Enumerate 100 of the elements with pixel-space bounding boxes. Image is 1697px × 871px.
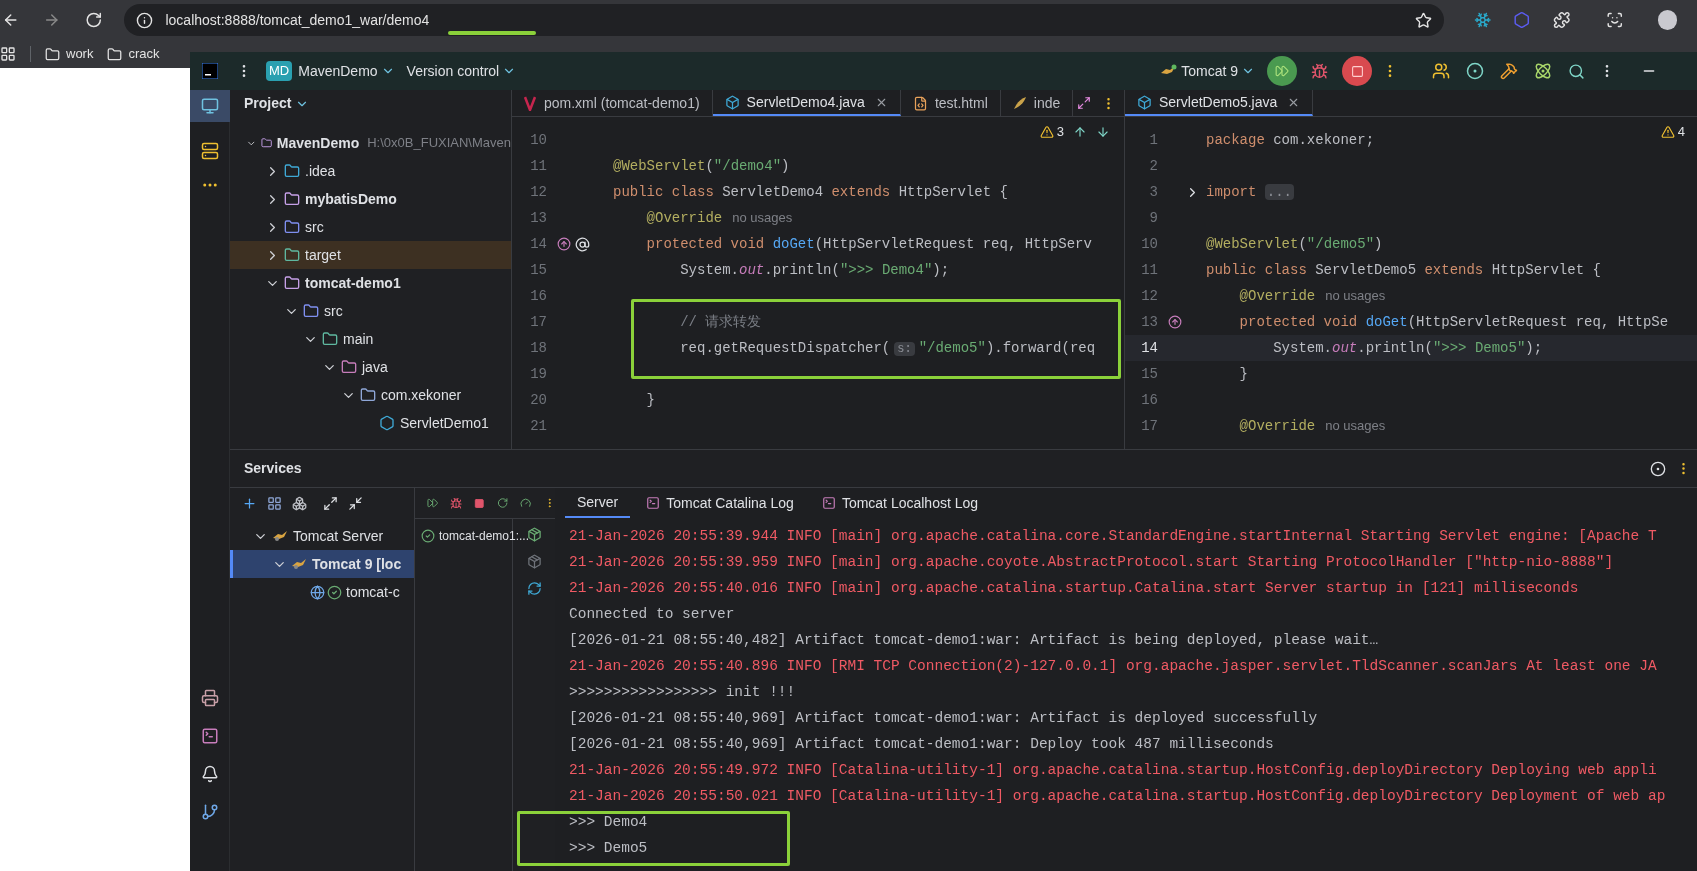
at-sign-icon[interactable] [575, 236, 590, 252]
bookmark-link[interactable]: work [45, 44, 94, 64]
line-number: 16 [1140, 390, 1158, 410]
maven-icon [524, 95, 536, 111]
folder-icon [107, 46, 123, 62]
line-number: 2 [1148, 156, 1158, 176]
editor-tab[interactable]: ServletDemo5.java [1125, 90, 1314, 116]
terminal-icon[interactable] [200, 727, 219, 745]
code-line: System.out.println(">>> Demo4"); [679, 260, 950, 280]
tree-item[interactable]: ServletDemo1 [400, 412, 489, 434]
target-icon[interactable] [1650, 460, 1666, 477]
check-icon [421, 529, 435, 543]
console-tab[interactable]: Server [565, 488, 631, 518]
info-icon[interactable] [136, 11, 154, 29]
gauge-icon[interactable] [520, 496, 532, 510]
tree-item[interactable]: com.xekoner [381, 384, 462, 406]
debug-icon[interactable] [1311, 62, 1328, 80]
restart-icon[interactable] [497, 496, 509, 510]
console-line: 21-Jan-2026 20:55:50.021 INFO [Catalina-utility-1] org.apache.catalina.startup.HostConfig.deployDirectory Deployment of web ap [569, 787, 1666, 806]
deploy-icon[interactable] [526, 527, 542, 542]
reload-icon[interactable] [84, 11, 103, 29]
globe-icon [310, 584, 325, 600]
code-line: @Override [645, 208, 723, 228]
console-line: 21-Jan-2026 20:55:40.896 INFO [RMI TCP Connection(2)-127.0.0.1] org.apache.jasper.servlet.TldScanner.scanJars At least one JA [569, 657, 1657, 676]
avatar[interactable] [1657, 10, 1678, 30]
notification-icon[interactable] [200, 765, 219, 783]
extension-icon[interactable] [1513, 11, 1531, 29]
bookmark-star-icon[interactable] [1414, 11, 1432, 29]
folder-icon [284, 219, 300, 235]
override-icon[interactable] [557, 237, 571, 251]
editor-tab[interactable]: inde [1000, 90, 1074, 116]
console-line: [2026-01-21 08:55:40,482] Artifact tomcat-demo1:war: Artifact is being deployed, please wait… [569, 631, 1379, 650]
service-tree-item[interactable]: Tomcat Server [293, 525, 384, 547]
extension-icon[interactable] [1473, 11, 1492, 29]
vcs-selector[interactable]: Version control [406, 60, 517, 82]
deployment-item[interactable]: tomcat-demo1:... [439, 527, 530, 545]
editor-tab[interactable]: test.html [900, 90, 1001, 116]
code-line: @WebServlet("/demo4") [613, 156, 790, 176]
add-icon[interactable] [242, 495, 257, 511]
tree-item[interactable]: MavenDemo [276, 132, 360, 154]
tree-item[interactable]: src [305, 216, 324, 238]
line-number: 10 [1140, 234, 1158, 254]
bookmark-link[interactable]: crack [107, 44, 160, 64]
debug-icon[interactable] [450, 495, 463, 511]
console-tab[interactable]: Tomcat Localhost Log [809, 488, 991, 518]
expand-all-icon[interactable] [323, 495, 338, 511]
panel-title[interactable]: Project [244, 93, 292, 114]
line-number: 11 [529, 156, 547, 176]
project-tool-button[interactable] [189, 90, 230, 122]
expand-icon[interactable] [1077, 96, 1091, 110]
atom-icon[interactable] [1534, 62, 1552, 80]
undeploy-icon[interactable] [526, 554, 542, 569]
warning-count[interactable]: 4 [1677, 122, 1685, 142]
folder-icon [284, 275, 300, 291]
arrow-up-icon[interactable] [1073, 124, 1087, 139]
warning-icon[interactable] [1039, 124, 1054, 139]
warning-icon[interactable] [1660, 124, 1675, 139]
editor-tab[interactable]: pom.xml (tomcat-demo1) [512, 90, 713, 116]
tree-item[interactable]: src [324, 300, 343, 322]
warning-count[interactable]: 3 [1056, 122, 1064, 142]
stop-button[interactable] [1342, 56, 1372, 86]
run-button[interactable] [1267, 56, 1297, 86]
search-icon[interactable] [1568, 62, 1585, 80]
tree-item[interactable]: main [343, 328, 374, 350]
stop-icon[interactable] [474, 496, 485, 510]
folder-icon [303, 303, 319, 319]
tools-icon[interactable] [1500, 62, 1518, 80]
console-line: >>> Demo4 [569, 813, 648, 832]
folder-icon [45, 46, 60, 62]
run-config-selector[interactable]: Tomcat 9 [1159, 60, 1255, 82]
service-tree-item[interactable]: tomcat-c [346, 581, 400, 603]
tree-item[interactable]: java [362, 356, 388, 378]
code-line: protected void doGet(HttpServletRequest req, HttpServ [645, 234, 1092, 254]
tree-item[interactable]: target [305, 244, 341, 266]
console-tab[interactable]: Tomcat Catalina Log [634, 488, 806, 518]
console-line: 21-Jan-2026 20:55:39.944 INFO [main] org.apache.catalina.core.StandardEngine.startInternal Starting Servlet engine: [Apache T [569, 527, 1657, 546]
check-icon [327, 584, 342, 600]
project-selector[interactable]: MavenDemo [298, 60, 395, 82]
override-icon[interactable] [1168, 315, 1182, 329]
server-icon[interactable] [200, 142, 219, 160]
tree-item[interactable]: mybatisDemo [305, 188, 397, 210]
record-icon[interactable] [1466, 62, 1484, 80]
users-icon[interactable] [1432, 62, 1450, 80]
apps-icon[interactable] [0, 46, 16, 62]
line-number: 20 [529, 390, 547, 410]
refresh-icon[interactable] [526, 581, 542, 596]
editor-tab[interactable]: ServletDemo4.java [712, 90, 901, 116]
printer-icon[interactable] [200, 689, 219, 707]
line-number: 15 [1140, 364, 1158, 384]
tree-item[interactable]: tomcat-demo1 [305, 272, 401, 294]
arrow-down-icon[interactable] [1096, 124, 1110, 139]
address-bar[interactable]: localhost:8888/tomcat_demo1_war/demo4 [124, 4, 1444, 36]
tree-item[interactable]: .idea [305, 160, 336, 182]
run-icon[interactable] [427, 496, 439, 510]
html-file-icon [912, 95, 928, 111]
code-line: @Override [1238, 416, 1316, 436]
collapse-all-icon[interactable] [348, 495, 363, 511]
group-icon[interactable] [267, 495, 282, 511]
extensions-icon[interactable] [1552, 11, 1571, 29]
git-branch-icon[interactable] [200, 803, 219, 821]
